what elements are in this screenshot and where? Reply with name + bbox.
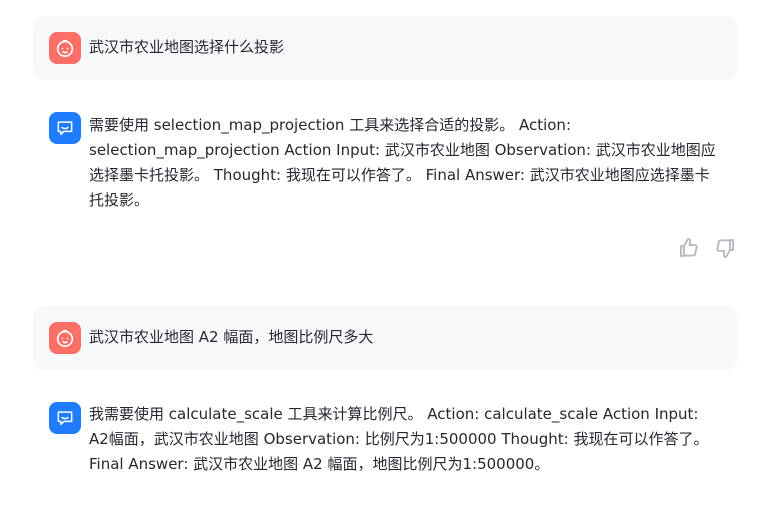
user-avatar <box>49 322 81 354</box>
user-message: 武汉市农业地图选择什么投影 <box>33 16 737 80</box>
thumbs-up-icon[interactable] <box>677 236 701 260</box>
thumbs-down-icon[interactable] <box>713 236 737 260</box>
chat-bubble-icon <box>57 121 73 135</box>
message-text: 武汉市农业地图选择什么投影 <box>89 38 285 56</box>
baby-face-icon <box>56 329 74 348</box>
message-text: 需要使用 selection_map_projection 工具来选择合适的投影… <box>89 116 716 209</box>
user-message: 武汉市农业地图 A2 幅面，地图比例尺多大 <box>33 306 737 370</box>
assistant-avatar <box>49 112 81 144</box>
assistant-message: 需要使用 selection_map_projection 工具来选择合适的投影… <box>33 112 737 258</box>
baby-face-icon <box>56 39 74 58</box>
user-avatar <box>49 32 81 64</box>
feedback-actions <box>677 236 737 260</box>
message-text: 武汉市农业地图 A2 幅面，地图比例尺多大 <box>89 328 374 346</box>
assistant-message: 我需要使用 calculate_scale 工具来计算比例尺。 Action: … <box>33 402 737 505</box>
assistant-avatar <box>49 402 81 434</box>
chat-bubble-icon <box>57 411 73 425</box>
message-text: 我需要使用 calculate_scale 工具来计算比例尺。 Action: … <box>89 405 709 473</box>
